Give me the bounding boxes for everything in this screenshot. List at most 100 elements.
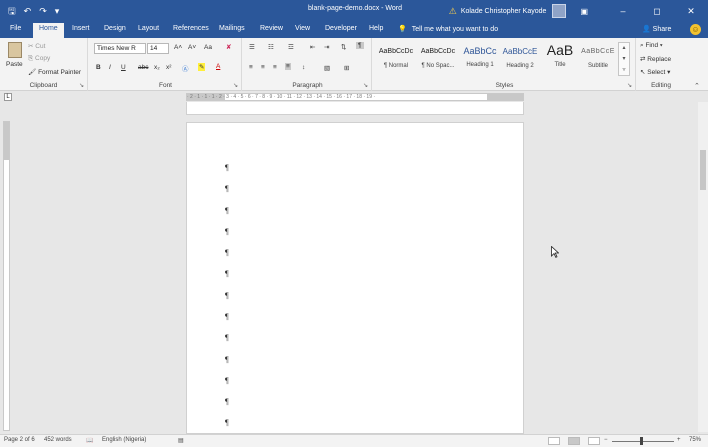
change-case-button[interactable]: Aa <box>204 44 212 51</box>
paragraph-mark[interactable]: ¶ <box>225 227 229 236</box>
word-count[interactable]: 452 words <box>44 437 72 443</box>
proofing-icon[interactable]: 📖 <box>86 437 93 444</box>
paragraph-mark[interactable]: ¶ <box>225 333 229 342</box>
justify-icon[interactable]: ≡ <box>285 63 291 70</box>
style-subtitle[interactable]: AaBbCcE Subtitle <box>578 42 618 76</box>
close-button[interactable]: ✕ <box>674 6 708 17</box>
styles-launcher-icon[interactable]: ↘ <box>627 82 632 89</box>
paragraph-mark[interactable]: ¶ <box>225 248 229 257</box>
paragraph-mark[interactable]: ¶ <box>225 163 229 172</box>
tab-insert[interactable]: Insert <box>72 25 90 32</box>
tab-file[interactable]: File <box>10 25 21 32</box>
zoom-in-icon[interactable]: + <box>677 437 681 443</box>
multilevel-list-icon[interactable]: ☲ <box>288 43 294 51</box>
page-indicator[interactable]: Page 2 of 6 <box>4 437 35 443</box>
paragraph-mark[interactable]: ¶ <box>225 269 229 278</box>
scrollbar-thumb[interactable] <box>700 150 706 190</box>
tab-mailings[interactable]: Mailings <box>219 25 245 32</box>
align-right-icon[interactable]: ≡ <box>273 64 277 71</box>
subscript-button[interactable]: x₂ <box>154 64 160 71</box>
replace-button[interactable]: ⇄ Replace <box>640 55 671 63</box>
paragraph-mark[interactable]: ¶ <box>225 291 229 300</box>
zoom-level[interactable]: 75% <box>689 437 701 443</box>
tab-review[interactable]: Review <box>260 25 283 32</box>
style-normal[interactable]: AaBbCcDc ¶ Normal <box>376 42 416 76</box>
avatar[interactable] <box>552 4 567 18</box>
increase-indent-icon[interactable]: ⇥ <box>324 43 329 51</box>
numbering-icon[interactable]: ☷ <box>268 43 274 51</box>
warning-icon[interactable]: ⚠ <box>449 6 457 17</box>
paragraph-mark[interactable]: ¶ <box>225 418 229 427</box>
vertical-scrollbar[interactable] <box>698 102 708 432</box>
vertical-ruler[interactable] <box>3 121 10 431</box>
undo-icon[interactable]: ↶ <box>24 6 32 16</box>
font-color-icon[interactable]: A <box>216 63 220 70</box>
align-center-icon[interactable]: ≡ <box>261 64 265 71</box>
paragraph-mark[interactable]: ¶ <box>225 397 229 406</box>
tab-references[interactable]: References <box>173 25 209 32</box>
collapse-ribbon-icon[interactable]: ⌃ <box>694 82 700 90</box>
tab-design[interactable]: Design <box>104 25 126 32</box>
style-heading-1[interactable]: AaBbCc Heading 1 <box>460 42 500 76</box>
highlight-icon[interactable]: ✎ <box>198 63 206 71</box>
tab-layout[interactable]: Layout <box>138 25 159 32</box>
cut-button[interactable]: ✂ Cut <box>28 42 45 50</box>
print-layout-button[interactable] <box>568 437 580 445</box>
select-button[interactable]: ↖ Select ▾ <box>640 68 670 76</box>
tab-selector[interactable]: L <box>4 93 12 101</box>
sort-icon[interactable]: ⇅ <box>341 43 346 51</box>
bold-button[interactable]: B <box>96 64 101 71</box>
redo-icon[interactable]: ↷ <box>39 6 47 16</box>
maximize-button[interactable]: ◻ <box>640 6 674 17</box>
find-button[interactable]: ⌕ Find ▾ <box>640 42 663 50</box>
tell-me-box[interactable]: 💡 Tell me what you want to do <box>398 25 498 34</box>
macro-recording-icon[interactable]: ▤ <box>178 437 184 444</box>
styles-scroll[interactable]: ▴ ▾ ▿ <box>618 42 630 76</box>
line-spacing-icon[interactable]: ↕ <box>302 64 305 71</box>
style-no-spacing[interactable]: AaBbCcDc ¶ No Spac... <box>418 42 458 76</box>
save-icon[interactable]: 🖫 <box>8 6 16 16</box>
style-heading-2[interactable]: AaBbCcE Heading 2 <box>500 42 540 76</box>
paste-icon[interactable] <box>8 42 22 58</box>
style-title[interactable]: AaB Title <box>540 42 580 76</box>
shading-icon[interactable]: ▧ <box>324 64 330 72</box>
strikethrough-button[interactable]: abc <box>138 64 148 71</box>
paragraph-mark[interactable]: ¶ <box>225 312 229 321</box>
document-page[interactable]: ¶ ¶ ¶ ¶ ¶ ¶ ¶ ¶ ¶ ¶ ¶ ¶ ¶ <box>186 122 524 434</box>
ribbon-display-options-icon[interactable]: ▣ <box>580 7 588 16</box>
align-left-icon[interactable]: ≡ <box>249 64 253 71</box>
web-layout-button[interactable] <box>588 437 600 445</box>
show-formatting-button[interactable]: ¶ <box>356 42 364 49</box>
paragraph-mark[interactable]: ¶ <box>225 184 229 193</box>
customize-qat-icon[interactable]: ▾ <box>55 6 60 16</box>
font-name-combo[interactable]: Times New R <box>94 43 146 54</box>
paragraph-mark[interactable]: ¶ <box>225 206 229 215</box>
zoom-slider-thumb[interactable] <box>640 437 643 445</box>
decrease-indent-icon[interactable]: ⇤ <box>310 43 315 51</box>
minimize-button[interactable]: – <box>606 6 640 16</box>
underline-button[interactable]: U <box>121 64 126 71</box>
superscript-button[interactable]: x² <box>166 64 171 71</box>
share-button[interactable]: 👤 Share <box>642 25 671 33</box>
font-launcher-icon[interactable]: ↘ <box>233 82 238 89</box>
tab-view[interactable]: View <box>295 25 310 32</box>
tab-home[interactable]: Home <box>33 23 64 38</box>
zoom-out-icon[interactable]: − <box>604 437 608 443</box>
paragraph-mark[interactable]: ¶ <box>225 355 229 364</box>
feedback-smiley-icon[interactable]: ☺ <box>690 24 701 35</box>
format-painter-button[interactable]: 🖌 Format Painter <box>28 68 81 76</box>
read-mode-button[interactable] <box>548 437 560 445</box>
borders-icon[interactable]: ⊞ <box>344 64 349 72</box>
zoom-slider[interactable] <box>612 441 674 442</box>
clear-formatting-icon[interactable]: ✘ <box>226 43 231 51</box>
tab-help[interactable]: Help <box>369 25 383 32</box>
clipboard-launcher-icon[interactable]: ↘ <box>79 82 84 89</box>
grow-font-button[interactable]: A˄ <box>174 44 182 51</box>
text-effects-icon[interactable]: Ⓐ <box>182 63 189 73</box>
shrink-font-button[interactable]: A˅ <box>188 44 196 51</box>
bullets-icon[interactable]: ☰ <box>249 43 255 51</box>
tab-developer[interactable]: Developer <box>325 25 357 32</box>
horizontal-ruler[interactable]: · 2 · 1 · 1 · 1 · 2 · 3 · 4 · 5 · 6 · 7 … <box>186 93 524 101</box>
font-size-combo[interactable]: 14 <box>147 43 169 54</box>
paragraph-launcher-icon[interactable]: ↘ <box>363 82 368 89</box>
